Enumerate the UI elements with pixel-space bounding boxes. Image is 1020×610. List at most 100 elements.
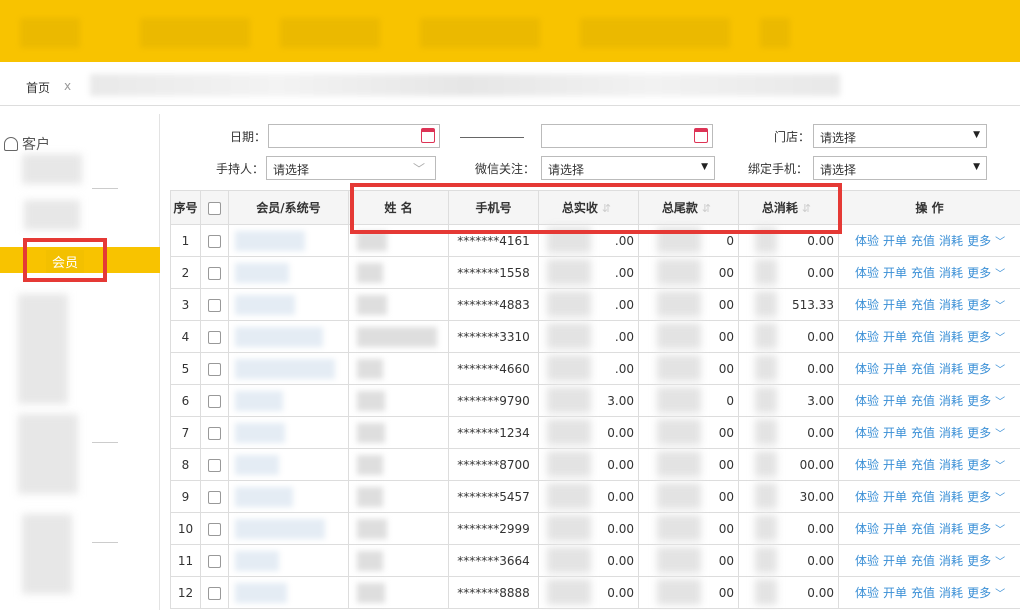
row-checkbox[interactable]: [208, 426, 221, 440]
op-trial-link[interactable]: 体验: [855, 234, 879, 248]
op-consume-link[interactable]: 消耗: [939, 522, 963, 536]
chevron-down-icon[interactable]: ﹀: [995, 397, 1005, 408]
wechat-select[interactable]: 请选择 ▼: [541, 156, 715, 180]
op-more-link[interactable]: 更多: [967, 426, 991, 440]
op-trial-link[interactable]: 体验: [855, 298, 879, 312]
op-more-link[interactable]: 更多: [967, 554, 991, 568]
row-checkbox[interactable]: [208, 458, 221, 472]
row-checkbox-cell[interactable]: [200, 512, 229, 545]
row-checkbox[interactable]: [208, 330, 221, 344]
row-checkbox[interactable]: [208, 586, 221, 600]
table-row[interactable]: 11 *******3664 0.00 00 0.00 体验 开单 充值 消耗 更多 ﹀: [170, 544, 1020, 577]
table-row[interactable]: 4 *******3310 .00 00 0.00 体验 开单 充值 消耗 更多 ﹀: [170, 320, 1020, 353]
row-member[interactable]: [228, 512, 349, 545]
phone-bind-select[interactable]: 请选择 ▼: [813, 156, 987, 180]
row-member[interactable]: [228, 480, 349, 513]
op-trial-link[interactable]: 体验: [855, 266, 879, 280]
chevron-down-icon[interactable]: ﹀: [995, 557, 1005, 568]
row-checkbox[interactable]: [208, 298, 221, 312]
op-recharge-link[interactable]: 充值: [911, 330, 935, 344]
op-recharge-link[interactable]: 充值: [911, 394, 935, 408]
op-recharge-link[interactable]: 充值: [911, 458, 935, 472]
select-all-checkbox[interactable]: [208, 201, 221, 215]
op-recharge-link[interactable]: 充值: [911, 426, 935, 440]
header-total-received[interactable]: 总实收 ⇵: [538, 190, 639, 225]
row-checkbox[interactable]: [208, 362, 221, 376]
table-row[interactable]: 8 *******8700 0.00 00 00.00 体验 开单 充值 消耗 更多 ﹀: [170, 448, 1020, 481]
op-trial-link[interactable]: 体验: [855, 426, 879, 440]
op-trial-link[interactable]: 体验: [855, 522, 879, 536]
chevron-down-icon[interactable]: ﹀: [995, 333, 1005, 344]
table-row[interactable]: 1 *******4161 .00 0 0.00 体验 开单 充值 消耗 更多 ﹀: [170, 224, 1020, 257]
op-trial-link[interactable]: 体验: [855, 554, 879, 568]
row-checkbox-cell[interactable]: [200, 352, 229, 385]
holder-select[interactable]: 请选择 ﹀: [266, 156, 436, 180]
date-start-input[interactable]: [268, 124, 440, 148]
op-recharge-link[interactable]: 充值: [911, 522, 935, 536]
table-row[interactable]: 6 *******9790 3.00 0 3.00 体验 开单 充值 消耗 更多 ﹀: [170, 384, 1020, 417]
op-order-link[interactable]: 开单: [883, 586, 907, 600]
row-member[interactable]: [228, 384, 349, 417]
op-more-link[interactable]: 更多: [967, 330, 991, 344]
row-member[interactable]: [228, 320, 349, 353]
op-more-link[interactable]: 更多: [967, 394, 991, 408]
op-more-link[interactable]: 更多: [967, 586, 991, 600]
chevron-down-icon[interactable]: ﹀: [995, 461, 1005, 472]
row-checkbox[interactable]: [208, 554, 221, 568]
table-row[interactable]: 7 *******1234 0.00 00 0.00 体验 开单 充值 消耗 更多 ﹀: [170, 416, 1020, 449]
op-consume-link[interactable]: 消耗: [939, 426, 963, 440]
row-member[interactable]: [228, 576, 349, 609]
row-checkbox-cell[interactable]: [200, 288, 229, 321]
store-select[interactable]: 请选择 ▼: [813, 124, 987, 148]
op-consume-link[interactable]: 消耗: [939, 298, 963, 312]
row-member[interactable]: [228, 352, 349, 385]
calendar-icon[interactable]: [694, 128, 708, 143]
op-consume-link[interactable]: 消耗: [939, 554, 963, 568]
op-recharge-link[interactable]: 充值: [911, 362, 935, 376]
op-more-link[interactable]: 更多: [967, 298, 991, 312]
op-order-link[interactable]: 开单: [883, 298, 907, 312]
row-checkbox[interactable]: [208, 394, 221, 408]
op-order-link[interactable]: 开单: [883, 362, 907, 376]
row-checkbox-cell[interactable]: [200, 384, 229, 417]
chevron-down-icon[interactable]: ﹀: [995, 525, 1005, 536]
row-checkbox[interactable]: [208, 490, 221, 504]
op-recharge-link[interactable]: 充值: [911, 490, 935, 504]
row-checkbox-cell[interactable]: [200, 224, 229, 257]
table-row[interactable]: 9 *******5457 0.00 00 30.00 体验 开单 充值 消耗 更多 ﹀: [170, 480, 1020, 513]
chevron-down-icon[interactable]: ﹀: [995, 493, 1005, 504]
row-checkbox-cell[interactable]: [200, 416, 229, 449]
table-row[interactable]: 5 *******4660 .00 00 0.00 体验 开单 充值 消耗 更多 ﹀: [170, 352, 1020, 385]
row-checkbox[interactable]: [208, 266, 221, 280]
row-member[interactable]: [228, 544, 349, 577]
op-order-link[interactable]: 开单: [883, 234, 907, 248]
op-recharge-link[interactable]: 充值: [911, 298, 935, 312]
chevron-down-icon[interactable]: ﹀: [995, 237, 1005, 248]
sort-icon[interactable]: ⇵: [702, 202, 711, 215]
header-select-all[interactable]: [200, 190, 229, 225]
table-row[interactable]: 3 *******4883 .00 00 513.33 体验 开单 充值 消耗 更多 ﹀: [170, 288, 1020, 321]
op-more-link[interactable]: 更多: [967, 490, 991, 504]
op-consume-link[interactable]: 消耗: [939, 330, 963, 344]
row-checkbox-cell[interactable]: [200, 448, 229, 481]
op-more-link[interactable]: 更多: [967, 458, 991, 472]
row-member[interactable]: [228, 256, 349, 289]
op-order-link[interactable]: 开单: [883, 458, 907, 472]
row-member[interactable]: [228, 288, 349, 321]
op-trial-link[interactable]: 体验: [855, 330, 879, 344]
table-row[interactable]: 10 *******2999 0.00 00 0.00 体验 开单 充值 消耗 更多 ﹀: [170, 512, 1020, 545]
row-member[interactable]: [228, 224, 349, 257]
chevron-down-icon[interactable]: ﹀: [995, 269, 1005, 280]
chevron-down-icon[interactable]: ﹀: [995, 365, 1005, 376]
row-checkbox-cell[interactable]: [200, 320, 229, 353]
sort-icon[interactable]: ⇵: [602, 202, 611, 215]
op-recharge-link[interactable]: 充值: [911, 266, 935, 280]
op-order-link[interactable]: 开单: [883, 426, 907, 440]
op-consume-link[interactable]: 消耗: [939, 458, 963, 472]
op-trial-link[interactable]: 体验: [855, 362, 879, 376]
op-order-link[interactable]: 开单: [883, 554, 907, 568]
sort-icon[interactable]: ⇵: [802, 202, 811, 215]
row-member[interactable]: [228, 416, 349, 449]
row-checkbox[interactable]: [208, 234, 221, 248]
header-total-balance[interactable]: 总尾款 ⇵: [638, 190, 739, 225]
